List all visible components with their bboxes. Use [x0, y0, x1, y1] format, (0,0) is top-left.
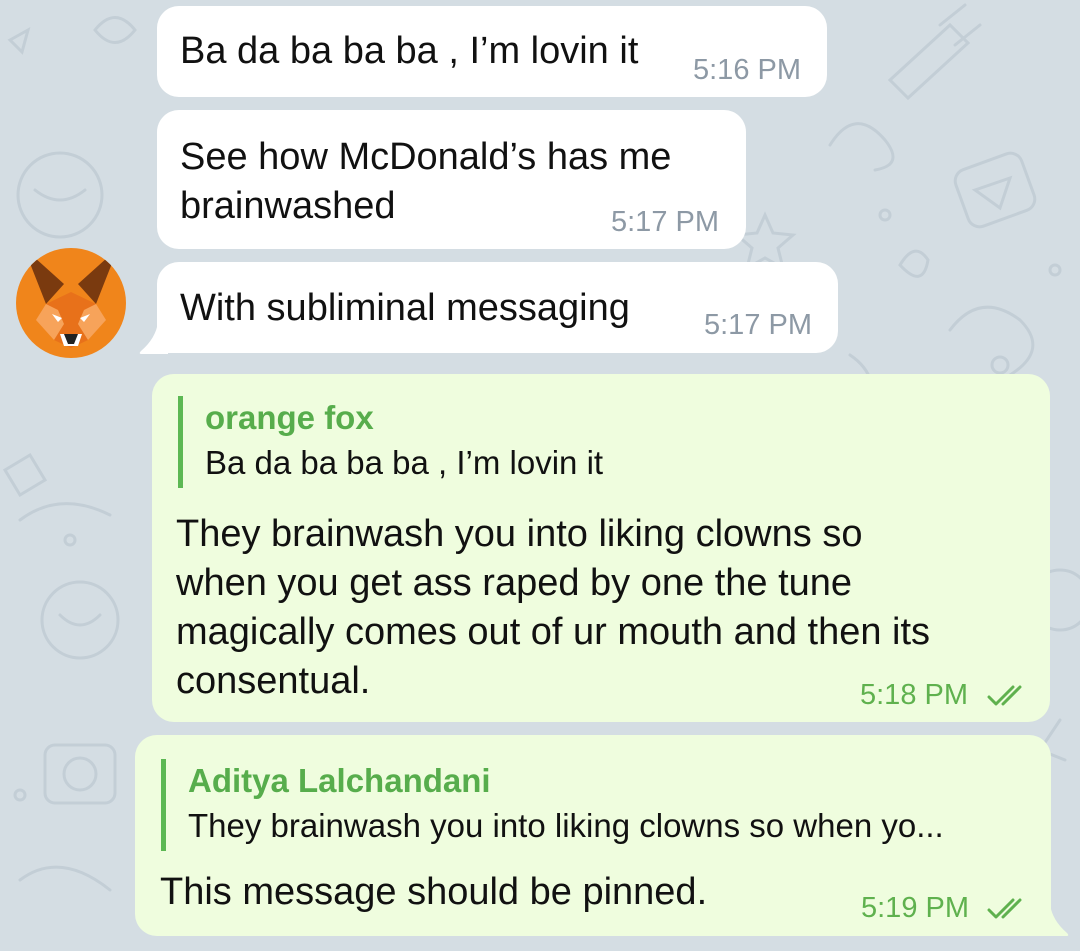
reply-sender-name: Aditya Lalchandani: [188, 762, 491, 799]
reply-text: They brainwash you into liking clowns so…: [188, 807, 944, 844]
message-bubble[interactable]: See how McDonald’s has me brainwashed 5:…: [157, 110, 746, 249]
reply-quote[interactable]: orange fox Ba da ba ba ba , I’m lovin it: [178, 396, 603, 488]
message-text-line-1: See how McDonald’s has me: [180, 136, 672, 178]
message-time: 5:16 PM: [693, 54, 801, 86]
message-text-line-2: brainwashed: [180, 185, 396, 227]
bubble-tail: [1040, 904, 1069, 936]
message-text-line-4: consentual.: [176, 660, 371, 702]
message-bubble[interactable]: orange fox Ba da ba ba ba , I’m lovin it…: [152, 374, 1050, 722]
message-time: 5:19 PM: [861, 892, 969, 924]
fox-icon: [16, 248, 126, 358]
message-time: 5:17 PM: [611, 206, 719, 238]
reply-quote[interactable]: Aditya Lalchandani They brainwash you in…: [161, 759, 944, 851]
double-check-icon: [987, 685, 1022, 706]
message-text: This message should be pinned.: [160, 871, 708, 913]
sender-avatar[interactable]: [16, 248, 126, 358]
message-time: 5:18 PM: [860, 679, 968, 711]
message-bubble[interactable]: Ba da ba ba ba , I’m lovin it 5:16 PM: [157, 6, 827, 97]
message-text-line-3: magically comes out of ur mouth and then…: [176, 611, 931, 653]
message-bubble[interactable]: Aditya Lalchandani They brainwash you in…: [135, 735, 1051, 936]
double-check-icon: [987, 898, 1022, 919]
chat-history[interactable]: Ba da ba ba ba , I’m lovin it 5:16 PM Se…: [0, 0, 1080, 951]
reply-sender-name: orange fox: [205, 399, 374, 436]
message-text: With subliminal messaging: [180, 287, 630, 329]
message-bubble[interactable]: With subliminal messaging 5:17 PM: [157, 262, 838, 353]
message-text-line-1: They brainwash you into liking clowns so: [176, 513, 863, 555]
message-text: Ba da ba ba ba , I’m lovin it: [180, 30, 639, 72]
message-time: 5:17 PM: [704, 309, 812, 341]
message-text-line-2: when you get ass raped by one the tune: [176, 562, 853, 604]
reply-text: Ba da ba ba ba , I’m lovin it: [205, 444, 604, 481]
